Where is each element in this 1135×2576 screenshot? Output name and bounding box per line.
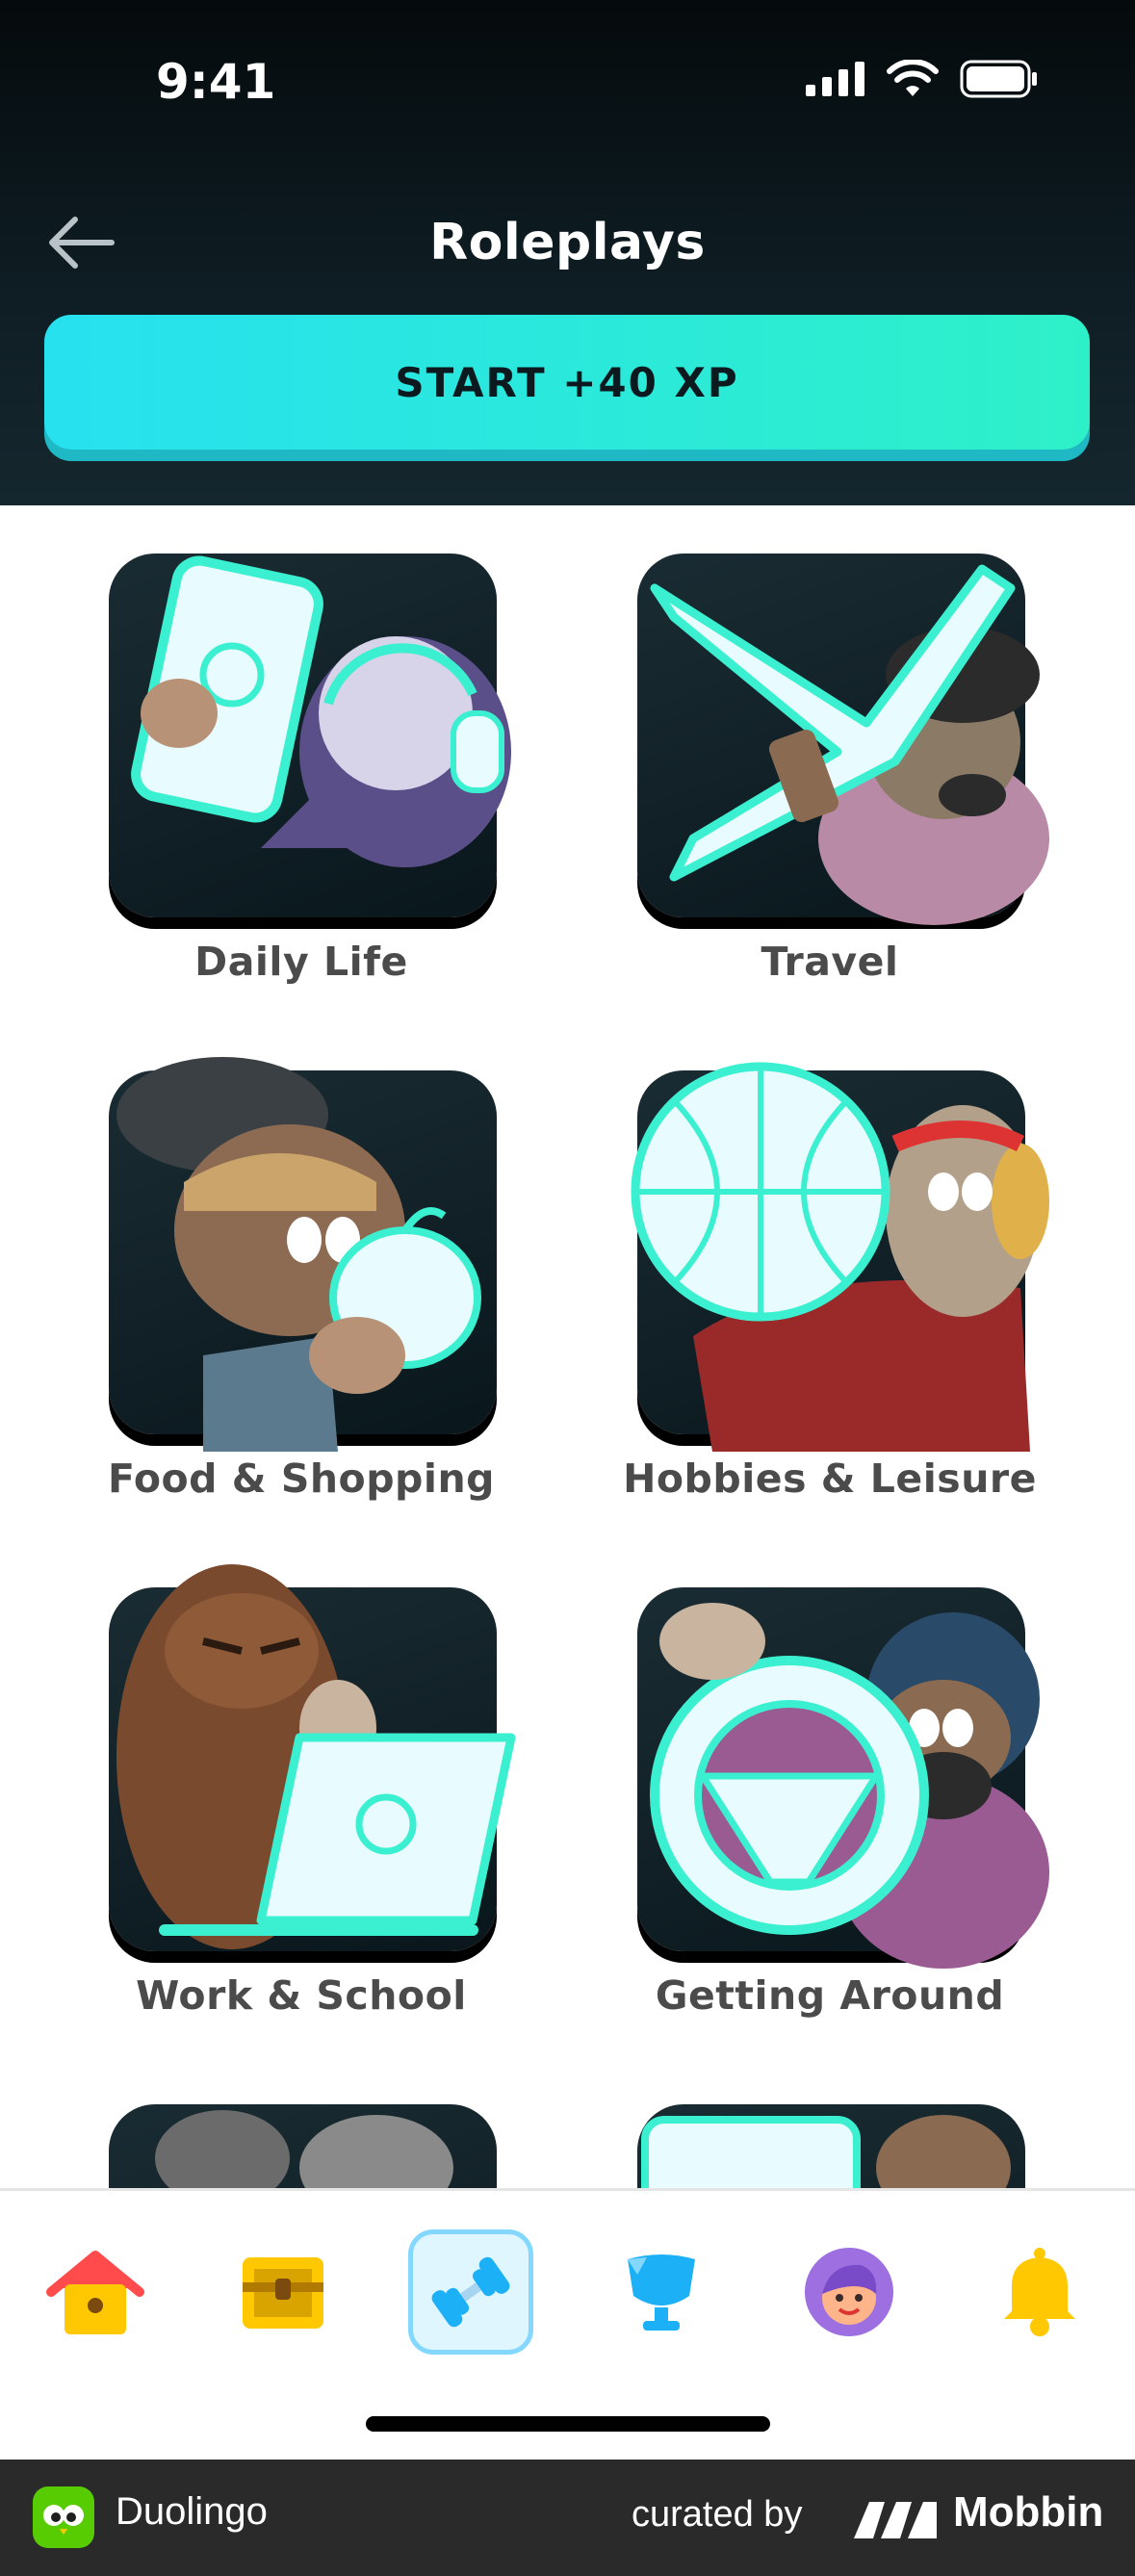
- page-title: Roleplays: [429, 214, 706, 271]
- signal-icon: [806, 62, 864, 96]
- nav-notifications[interactable]: [977, 2229, 1102, 2355]
- notifications-bell-icon: [1004, 2248, 1075, 2336]
- basketball-character-illustration: [631, 1062, 1049, 1452]
- category-thumbnail: [637, 2104, 1025, 2188]
- practice-dumbbell-icon: [431, 2256, 510, 2328]
- characters-illustration: [641, 2115, 1011, 2188]
- category-thumbnail: [109, 1564, 516, 1951]
- category-label: Daily Life: [194, 939, 408, 985]
- mobbin-logo-icon: [854, 2502, 937, 2538]
- nav-home[interactable]: [33, 2229, 158, 2355]
- nav-leaderboard[interactable]: [599, 2229, 724, 2355]
- characters-illustration: [155, 2110, 453, 2188]
- apple-character-illustration: [116, 1057, 481, 1452]
- category-thumbnail: [109, 2104, 497, 2188]
- category-label: Getting Around: [655, 1972, 1005, 2019]
- nav-practice[interactable]: [408, 2229, 533, 2355]
- category-thumbnail: [109, 554, 511, 917]
- nav-chest[interactable]: [220, 2229, 346, 2355]
- airplane-character-illustration: [650, 564, 1049, 925]
- steering-wheel-character-illustration: [650, 1603, 1049, 1969]
- category-thumbnail: [109, 1057, 497, 1452]
- status-icons: [806, 60, 1039, 98]
- category-thumbnail: [631, 1062, 1049, 1452]
- footer-strip: Duolingo curated by Mobbin: [0, 2460, 1135, 2576]
- category-label: Hobbies & Leisure: [623, 1455, 1037, 1502]
- home-indicator: [366, 2416, 770, 2432]
- laptop-character-illustration: [116, 1564, 516, 1949]
- battery-icon: [960, 60, 1037, 98]
- roleplay-categories-grid: Daily Life Travel Food & Shopping Hobbie…: [0, 505, 1135, 2188]
- profile-avatar-icon: [805, 2248, 893, 2336]
- treasure-chest-icon: [243, 2257, 323, 2329]
- nav-profile[interactable]: [787, 2229, 912, 2355]
- category-thumbnail: [637, 1587, 1049, 1969]
- phone-character-illustration: [131, 555, 511, 867]
- duolingo-owl-icon: [33, 2486, 94, 2548]
- status-time: 9:41: [156, 54, 276, 110]
- header: 9:41 Roleplays START +40 XP: [0, 0, 1135, 505]
- category-label: Work & School: [136, 1972, 467, 2019]
- footer-mobbin: Mobbin: [953, 2488, 1104, 2536]
- footer-brand: Duolingo: [116, 2490, 268, 2533]
- wifi-icon: [887, 60, 939, 96]
- category-label: Food & Shopping: [107, 1455, 495, 1502]
- category-label: Travel: [761, 939, 899, 985]
- category-thumbnail: [637, 554, 1049, 925]
- leaderboard-trophy-icon: [628, 2254, 695, 2331]
- home-icon: [46, 2251, 144, 2334]
- start-button[interactable]: START +40 XP: [44, 315, 1090, 450]
- footer-curated-by: curated by: [632, 2494, 803, 2535]
